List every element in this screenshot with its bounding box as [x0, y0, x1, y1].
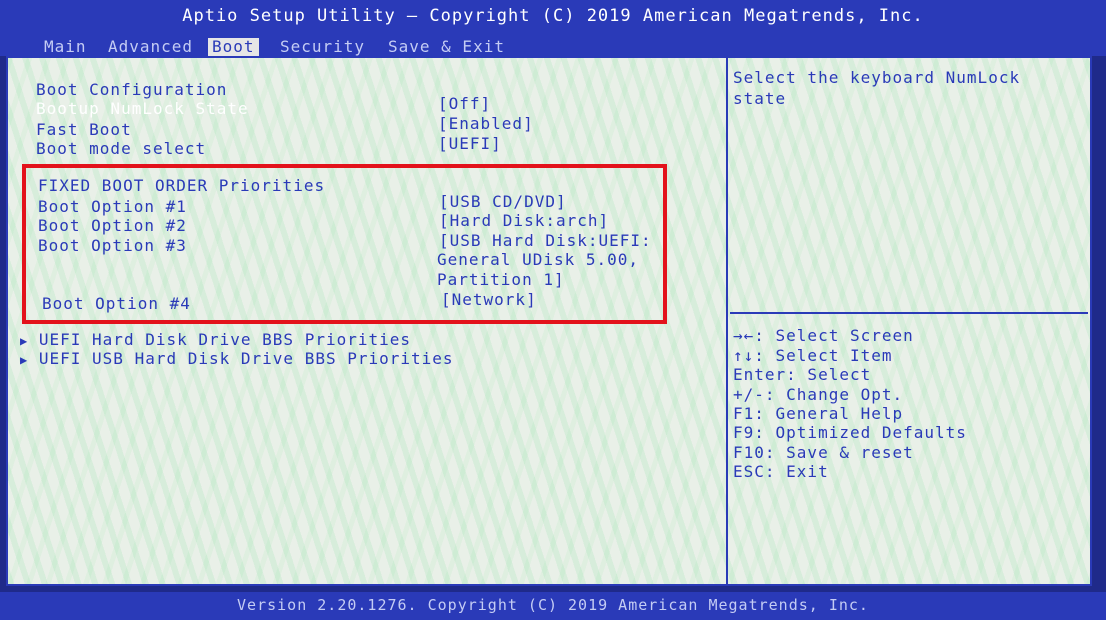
submenu-label: UEFI Hard Disk Drive BBS Priorities	[38, 330, 412, 349]
section-title-fixed-boot-order: FIXED BOOT ORDER Priorities	[38, 176, 326, 195]
section-title-boot-configuration: Boot Configuration	[36, 80, 228, 99]
submenu-uefi-hard-disk[interactable]: ▶ UEFI Hard Disk Drive BBS Priorities	[20, 330, 411, 349]
setting-value-boot-mode[interactable]: [UEFI]	[438, 134, 502, 153]
boot-option-2-label[interactable]: Boot Option #2	[38, 216, 187, 235]
tab-security[interactable]: Security	[276, 38, 369, 56]
submenu-arrow-icon: ▶	[20, 334, 29, 348]
tab-advanced[interactable]: Advanced	[104, 38, 197, 56]
key-hint-change-opt: +/-: Change Opt.	[733, 385, 904, 404]
boot-option-3-label[interactable]: Boot Option #3	[38, 236, 187, 255]
boot-option-2-value[interactable]: [Hard Disk:arch]	[439, 211, 609, 230]
key-hint-f1: F1: General Help	[733, 404, 904, 423]
tab-boot[interactable]: Boot	[208, 38, 259, 56]
key-hint-select-item: ↑↓: Select Item	[733, 346, 893, 365]
window-title: Aptio Setup Utility – Copyright (C) 2019…	[182, 6, 924, 26]
setting-label-fast-boot[interactable]: Fast Boot	[36, 120, 132, 139]
boot-option-1-label[interactable]: Boot Option #1	[38, 197, 187, 216]
boot-option-3-value-line-1[interactable]: [USB Hard Disk:UEFI:	[439, 231, 652, 250]
main-panel: Boot Configuration Bootup NumLock State …	[6, 56, 1092, 586]
setting-value-fast-boot[interactable]: [Enabled]	[438, 114, 534, 133]
key-hint-f10: F10: Save & reset	[733, 443, 914, 462]
submenu-uefi-usb-hard-disk[interactable]: ▶ UEFI USB Hard Disk Drive BBS Prioritie…	[20, 349, 454, 368]
help-description-line-1: Select the keyboard NumLock	[733, 68, 1021, 87]
boot-option-4-label[interactable]: Boot Option #4	[42, 294, 191, 313]
boot-option-3-value-line-3[interactable]: Partition 1]	[437, 270, 565, 289]
key-hint-esc: ESC: Exit	[733, 462, 829, 481]
submenu-label: UEFI USB Hard Disk Drive BBS Priorities	[38, 349, 454, 368]
help-divider-horizontal	[730, 312, 1088, 314]
key-hint-f9: F9: Optimized Defaults	[733, 423, 967, 442]
help-description-line-2: state	[733, 89, 787, 108]
tab-save-exit[interactable]: Save & Exit	[384, 38, 509, 56]
footer-version-text: Version 2.20.1276. Copyright (C) 2019 Am…	[237, 596, 869, 614]
panel-divider-vertical	[726, 58, 728, 584]
boot-option-3-value-line-2[interactable]: General UDisk 5.00,	[437, 250, 639, 269]
tab-main[interactable]: Main	[40, 38, 91, 56]
setting-label-boot-mode[interactable]: Boot mode select	[36, 139, 206, 158]
setting-label-bootup-numlock[interactable]: Bootup NumLock State	[36, 99, 249, 118]
key-hint-enter: Enter: Select	[733, 365, 872, 384]
setting-value-bootup-numlock[interactable]: [Off]	[438, 94, 491, 113]
key-hint-select-screen: →←: Select Screen	[733, 326, 914, 345]
boot-option-1-value[interactable]: [USB CD/DVD]	[439, 192, 567, 211]
submenu-arrow-icon: ▶	[20, 353, 29, 367]
boot-option-4-value[interactable]: [Network]	[441, 290, 537, 309]
